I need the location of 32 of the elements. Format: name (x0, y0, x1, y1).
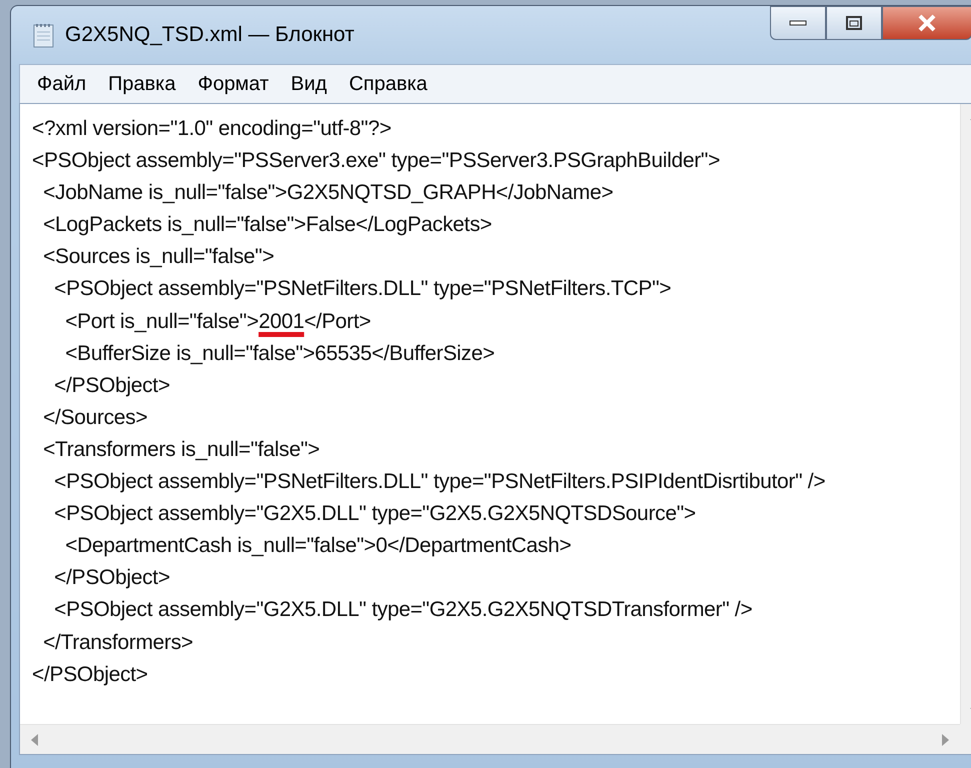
close-button[interactable] (882, 6, 971, 40)
text-line: <BufferSize is_null="false">65535</BufferSize> (64, 340, 496, 367)
text-line: <DepartmentCash is_null="false">0</DepartmentCash> (64, 533, 572, 560)
menu-item[interactable]: Файл (26, 68, 98, 100)
window-title: G2X5NQ_TSD.xml — Блокнот (65, 23, 354, 47)
menu-item[interactable]: Правка (97, 68, 187, 100)
text-line: <Transformers is_null="false"> (42, 436, 321, 463)
text-line: <LogPackets is_null="false">False</LogPackets> (42, 212, 493, 238)
notepad-icon (33, 22, 55, 48)
minimize-button[interactable] (770, 6, 826, 40)
menu-item[interactable]: Вид (280, 68, 338, 100)
text-line: <PSObject assembly="PSNetFilters.DLL" type="PSNetFilters.TCP"> (53, 276, 672, 302)
maximize-button[interactable] (826, 6, 882, 40)
text-line: </PSObject> (53, 372, 171, 399)
text-line: <Sources is_null="false"> (42, 244, 276, 270)
text-line: </Sources> (42, 404, 148, 431)
text-editor[interactable] (19, 103, 971, 755)
close-icon[interactable] (916, 14, 938, 32)
text-line: <PSObject assembly="G2X5.DLL" type="G2X5.G2X5NQTSDTransformer" /> (53, 597, 754, 624)
menu-item[interactable]: Справка (338, 68, 438, 100)
text-line: <PSObject assembly="PSServer3.exe" type="PSServer3.PSGraphBuilder"> (32, 148, 721, 174)
text-line: <PSObject assembly="PSNetFilters.DLL" type="PSNetFilters.PSIPIdentDisrtibutor" /> (53, 469, 826, 496)
text-line: <JobName is_null="false">G2X5NQTSD_GRAPH</JobName> (42, 180, 614, 206)
maximize-icon[interactable] (845, 15, 863, 31)
menu-item[interactable]: Формат (186, 68, 280, 100)
text-line: </PSObject> (32, 662, 149, 688)
text-line: </Transformers> (42, 630, 194, 656)
text-line: <PSObject assembly="G2X5.DLL" type="G2X5.G2X5NQTSDSource"> (53, 501, 697, 528)
text-line: <?xml version="1.0" encoding="utf-8"?> (32, 116, 392, 142)
text-line: <Port is_null="false">2001</Port> (64, 308, 372, 335)
minimize-icon[interactable] (789, 19, 807, 27)
text-line: </PSObject> (53, 565, 171, 592)
